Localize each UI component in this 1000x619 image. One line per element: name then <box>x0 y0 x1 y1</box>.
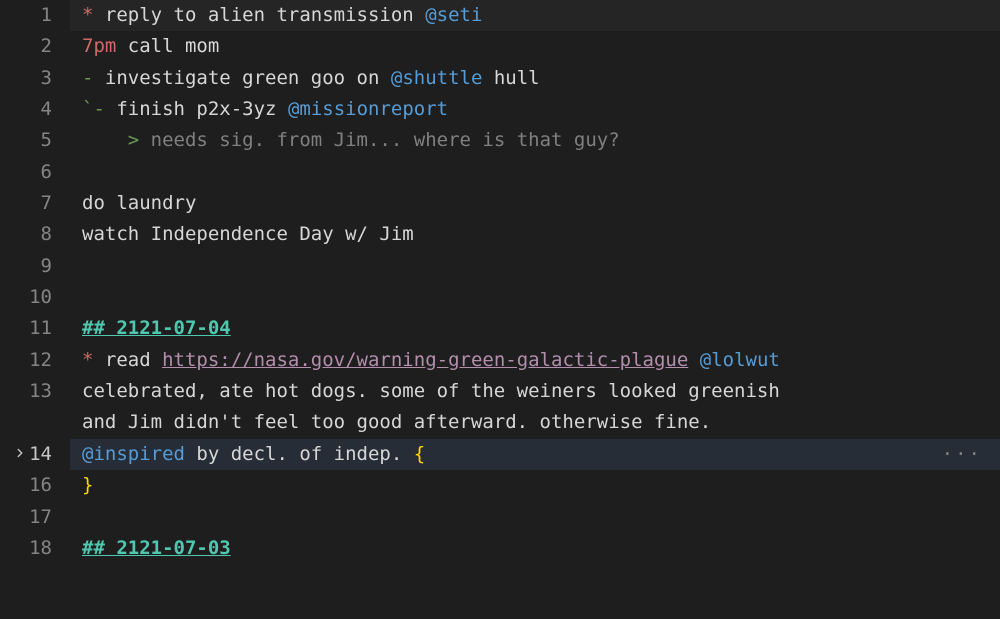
line-number: 4 <box>0 94 52 125</box>
editor[interactable]: 1234567891011121314161718 * reply to ali… <box>0 0 1000 619</box>
line-number: 3 <box>0 63 52 94</box>
line-number: 5 <box>0 125 52 156</box>
code-line[interactable]: > needs sig. from Jim... where is that g… <box>70 125 1000 156</box>
code-line[interactable]: - investigate green goo on @shuttle hull <box>70 63 1000 94</box>
token <box>688 349 699 371</box>
code-line-wrap[interactable]: and Jim didn't feel too good afterward. … <box>70 407 1000 438</box>
line-number: 1 <box>0 0 52 31</box>
token: @shuttle <box>391 67 483 89</box>
line-number: 13 <box>0 376 52 407</box>
token: @lolwut <box>700 349 780 371</box>
token: @missionreport <box>288 98 448 120</box>
token: { <box>414 443 425 465</box>
token: 7pm <box>82 35 116 57</box>
line-number: 11 <box>0 313 52 344</box>
code-line[interactable]: } <box>70 470 1000 501</box>
token: reply to alien transmission <box>93 4 425 26</box>
token: ` <box>82 98 93 120</box>
token: investigate green goo on <box>93 67 390 89</box>
token: > <box>128 129 139 151</box>
code-line[interactable]: ## 2121-07-03 <box>70 533 1000 564</box>
token <box>82 129 128 151</box>
gutter: 1234567891011121314161718 <box>0 0 70 619</box>
chevron-right-icon[interactable] <box>13 439 27 470</box>
code-line[interactable] <box>70 502 1000 533</box>
token: ## 2121-07-04 <box>82 317 231 339</box>
token: @inspired <box>82 443 185 465</box>
fold-ellipsis-icon[interactable]: ··· <box>942 439 982 470</box>
code-line[interactable]: * reply to alien transmission @seti <box>70 0 1000 31</box>
line-number: 8 <box>0 219 52 250</box>
token: celebrated, ate hot dogs. some of the we… <box>82 380 791 402</box>
line-number <box>0 407 52 438</box>
token: - <box>93 98 104 120</box>
line-number: 2 <box>0 31 52 62</box>
line-number: 9 <box>0 251 52 282</box>
token: do laundry <box>82 192 196 214</box>
token: } <box>82 474 93 496</box>
line-number: 14 <box>0 439 52 470</box>
token: and Jim didn't feel too good afterward. … <box>82 411 711 433</box>
line-number: 18 <box>0 533 52 564</box>
token: needs sig. from Jim... where is that guy… <box>139 129 619 151</box>
code-line[interactable] <box>70 157 1000 188</box>
line-number: 6 <box>0 157 52 188</box>
token: call mom <box>116 35 219 57</box>
code-line[interactable]: do laundry <box>70 188 1000 219</box>
code-line[interactable]: celebrated, ate hot dogs. some of the we… <box>70 376 1000 407</box>
code-line[interactable]: 7pm call mom <box>70 31 1000 62</box>
token: read <box>93 349 162 371</box>
code-line[interactable]: ## 2121-07-04 <box>70 313 1000 344</box>
code-line[interactable] <box>70 282 1000 313</box>
token: watch Independence Day w/ Jim <box>82 223 414 245</box>
code-line[interactable]: * read https://nasa.gov/warning-green-ga… <box>70 345 1000 376</box>
token: * <box>82 349 93 371</box>
code-line[interactable]: watch Independence Day w/ Jim <box>70 219 1000 250</box>
line-number: 12 <box>0 345 52 376</box>
line-number: 16 <box>0 470 52 501</box>
token: by decl. of indep. <box>185 443 414 465</box>
token: ## 2121-07-03 <box>82 537 231 559</box>
token: - <box>82 67 93 89</box>
code-line[interactable]: `- finish p2x-3yz @missionreport <box>70 94 1000 125</box>
line-number: 7 <box>0 188 52 219</box>
token: finish p2x-3yz <box>105 98 288 120</box>
line-number: 17 <box>0 502 52 533</box>
token: https://nasa.gov/warning-green-galactic-… <box>162 349 688 371</box>
code-line[interactable]: @inspired by decl. of indep. { ··· <box>70 439 1000 470</box>
code-area[interactable]: * reply to alien transmission @seti7pm c… <box>70 0 1000 619</box>
token: @seti <box>425 4 482 26</box>
token: * <box>82 4 93 26</box>
line-number: 10 <box>0 282 52 313</box>
code-line[interactable] <box>70 251 1000 282</box>
token: hull <box>482 67 539 89</box>
